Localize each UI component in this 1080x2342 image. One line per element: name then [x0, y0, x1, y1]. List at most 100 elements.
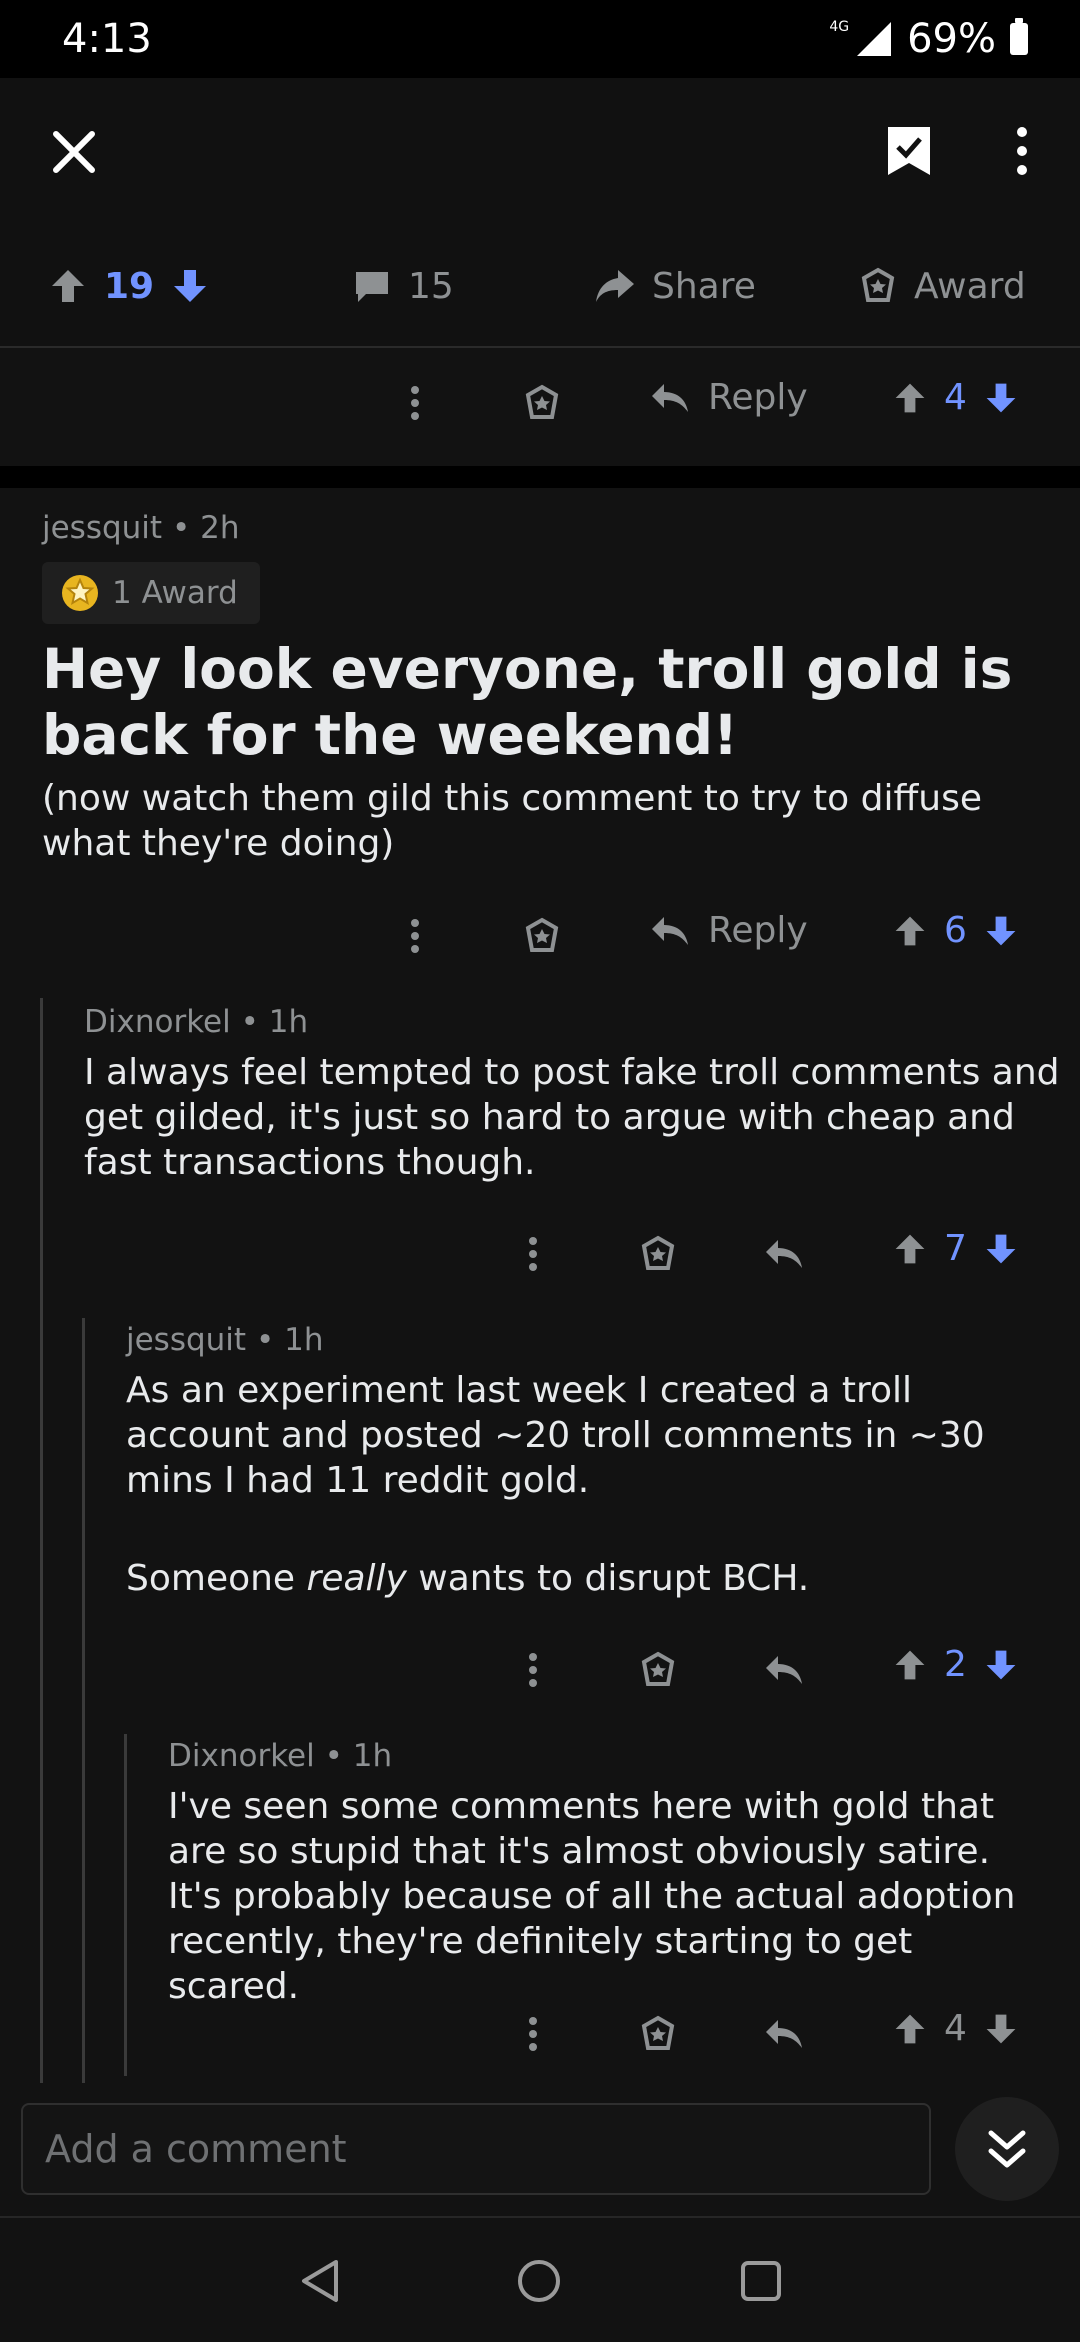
- award-icon[interactable]: [522, 916, 562, 956]
- thread-line[interactable]: [40, 998, 43, 2083]
- comment-score: 6: [944, 910, 967, 951]
- award-icon: [858, 266, 898, 306]
- jump-to-next-button[interactable]: [955, 2097, 1059, 2201]
- signal-icon: [857, 22, 893, 56]
- comment-author[interactable]: jessquit: [42, 510, 162, 546]
- comment-author[interactable]: jessquit: [126, 1322, 246, 1358]
- top-app-bar: [0, 78, 1080, 228]
- award-count: 1 Award: [112, 575, 238, 611]
- comments-count-button[interactable]: 15: [352, 226, 454, 346]
- award-button[interactable]: Award: [858, 226, 1026, 346]
- battery-percent: 69%: [907, 16, 996, 62]
- award-icon[interactable]: [522, 383, 562, 423]
- award-icon[interactable]: [638, 1234, 678, 1274]
- recents-icon[interactable]: [740, 2260, 782, 2302]
- award-icon[interactable]: [638, 2014, 678, 2054]
- close-icon[interactable]: [44, 122, 104, 182]
- text-span: Someone: [126, 1558, 307, 1599]
- back-icon[interactable]: [298, 2258, 342, 2304]
- downvote-icon[interactable]: [170, 266, 210, 306]
- comment-score: 7: [944, 1228, 967, 1269]
- comment-age: 2h: [200, 510, 240, 546]
- comment-body: I always feel tempted to post fake troll…: [84, 1052, 1060, 1183]
- home-icon[interactable]: [516, 2258, 562, 2304]
- comment-vote-group: 4: [892, 377, 1019, 418]
- more-options-icon[interactable]: [527, 1652, 539, 1688]
- network-type: 4G: [829, 19, 850, 35]
- downvote-icon[interactable]: [983, 380, 1019, 416]
- comment-meta: jessquit • 2h: [42, 510, 240, 546]
- reply-actions: 2: [0, 1630, 1080, 1710]
- reply-icon[interactable]: [764, 1652, 804, 1688]
- reply-actions: 4: [0, 1994, 1080, 2074]
- share-icon: [592, 266, 636, 306]
- award-icon[interactable]: [638, 1650, 678, 1690]
- comment-age: 1h: [284, 1322, 324, 1358]
- share-label: Share: [652, 265, 756, 307]
- saved-bookmark-icon[interactable]: [878, 120, 940, 182]
- section-divider: [0, 466, 1080, 488]
- more-options-icon[interactable]: [1002, 120, 1042, 182]
- comment-vote-group: 7: [892, 1228, 1019, 1269]
- add-comment-input[interactable]: Add a comment: [21, 2103, 931, 2195]
- comment-meta: Dixnorkel • 1h: [84, 1004, 309, 1040]
- comment-bubble-icon: [352, 266, 392, 306]
- comment-meta: Dixnorkel • 1h: [168, 1738, 393, 1774]
- comment-meta: jessquit • 1h: [126, 1322, 324, 1358]
- downvote-icon[interactable]: [983, 913, 1019, 949]
- system-nav-bar: [0, 2216, 1080, 2342]
- upvote-icon[interactable]: [892, 380, 928, 416]
- comment-body-paragraph: Someone really wants to disrupt BCH.: [126, 1556, 1056, 1601]
- comment-heading: Hey look everyone, troll gold is back fo…: [42, 637, 1013, 767]
- post-action-bar: 19 15 Share Award: [0, 226, 1080, 348]
- reply-icon: [652, 916, 688, 945]
- comment-body: As an experiment last week I created a t…: [126, 1370, 985, 1501]
- double-chevron-down-icon: [988, 2130, 1026, 2168]
- share-button[interactable]: Share: [592, 226, 756, 346]
- award-label: Award: [914, 265, 1026, 307]
- post-score: 19: [104, 265, 155, 307]
- more-options-icon[interactable]: [527, 1236, 539, 1272]
- award-badge[interactable]: 1 Award: [42, 562, 260, 624]
- reply-label: Reply: [708, 910, 808, 951]
- reply-icon: [652, 383, 688, 412]
- status-bar: 4:13 4G 69%: [0, 0, 1080, 78]
- emphasis-text: really: [306, 1558, 407, 1599]
- comment-vote-group: 4: [892, 2008, 1019, 2049]
- main-comment-actions: Reply 6: [0, 896, 1080, 976]
- comment-author[interactable]: Dixnorkel: [84, 1004, 231, 1040]
- add-comment-placeholder: Add a comment: [45, 2127, 347, 2171]
- comment-age: 1h: [352, 1738, 393, 1774]
- reply-button[interactable]: Reply: [650, 377, 808, 418]
- upvote-icon[interactable]: [48, 266, 88, 306]
- upvote-icon[interactable]: [892, 2011, 928, 2047]
- text-span: wants to disrupt BCH.: [406, 1558, 810, 1599]
- gold-award-icon: [60, 573, 100, 613]
- downvote-icon[interactable]: [983, 1231, 1019, 1267]
- reply-button[interactable]: Reply: [650, 910, 808, 951]
- battery-icon: [1010, 18, 1028, 55]
- downvote-icon[interactable]: [983, 2011, 1019, 2047]
- comment-score: 2: [944, 1644, 967, 1685]
- reply-actions: 7: [0, 1214, 1080, 1294]
- more-options-icon[interactable]: [409, 918, 421, 954]
- status-time: 4:13: [62, 16, 152, 62]
- more-options-icon[interactable]: [409, 385, 421, 421]
- comment-body: (now watch them gild this comment to try…: [42, 778, 983, 864]
- post-vote-group: 19: [48, 226, 210, 346]
- more-options-icon[interactable]: [527, 2016, 539, 2052]
- prev-comment-actions: Reply 4: [0, 363, 1080, 443]
- reply-icon[interactable]: [764, 1236, 804, 1272]
- reply-icon[interactable]: [764, 2016, 804, 2052]
- upvote-icon[interactable]: [892, 913, 928, 949]
- downvote-icon[interactable]: [983, 1647, 1019, 1683]
- comment-body: I've seen some comments here with gold t…: [168, 1786, 1016, 2007]
- reply-label: Reply: [708, 377, 808, 418]
- upvote-icon[interactable]: [892, 1231, 928, 1267]
- comments-count: 15: [408, 265, 454, 307]
- comment-score: 4: [944, 2008, 967, 2049]
- comment-age: 1h: [268, 1004, 309, 1040]
- comment-vote-group: 2: [892, 1644, 1019, 1685]
- comment-author[interactable]: Dixnorkel: [168, 1738, 315, 1774]
- upvote-icon[interactable]: [892, 1647, 928, 1683]
